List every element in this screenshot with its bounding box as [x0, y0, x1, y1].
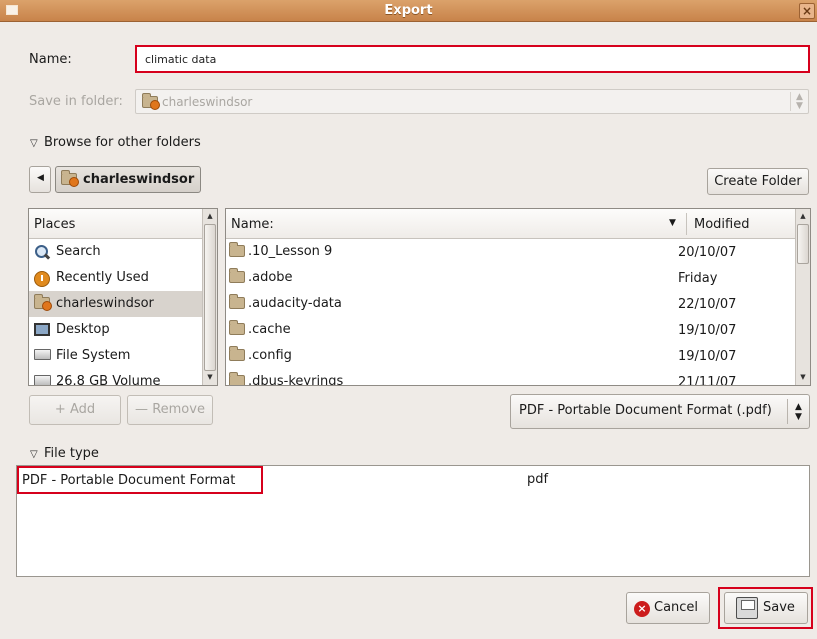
folder-icon: [229, 372, 245, 385]
home-folder-icon: [34, 294, 52, 311]
title-bar: Export ×: [0, 0, 817, 22]
file-modified: 20/10/07: [678, 245, 737, 260]
drive-icon: [34, 375, 51, 385]
name-input[interactable]: [135, 45, 810, 73]
save-button[interactable]: Save: [724, 592, 808, 624]
places-item-label: 26.8 GB Volume: [56, 374, 161, 386]
folder-icon: [229, 320, 245, 335]
drive-icon: [34, 349, 51, 360]
window-title: Export: [384, 3, 433, 18]
desktop-icon: [34, 323, 50, 336]
file-modified: 19/10/07: [678, 323, 737, 338]
places-item-label: Desktop: [56, 322, 110, 337]
sort-descending-icon[interactable]: ▼: [669, 218, 676, 228]
file-modified: 21/11/07: [678, 375, 737, 386]
places-item-label: Recently Used: [56, 270, 149, 285]
cancel-button[interactable]: × Cancel: [626, 592, 710, 624]
file-name: .adobe: [248, 270, 293, 285]
column-header-modified[interactable]: Modified: [694, 217, 749, 232]
path-bar-label: charleswindsor: [83, 172, 195, 187]
scroll-down-icon[interactable]: ▼: [204, 371, 216, 384]
file-filter-dropdown[interactable]: PDF - Portable Document Format (.pdf) ▲ ▼: [510, 394, 810, 429]
scroll-up-icon[interactable]: ▲: [204, 210, 216, 223]
places-scrollbar-thumb[interactable]: [204, 224, 216, 371]
column-header-name[interactable]: Name:: [231, 217, 274, 232]
updown-arrows-icon: ▲ ▼: [790, 92, 808, 111]
home-folder-icon: [61, 170, 79, 187]
file-name: .cache: [248, 322, 291, 337]
add-bookmark-label: Add: [69, 402, 96, 417]
places-item-volume[interactable]: 26.8 GB Volume: [29, 369, 217, 386]
browse-folders-expander[interactable]: ▽ Browse for other folders: [30, 135, 201, 150]
files-scrollbar[interactable]: ▲ ▼: [795, 209, 810, 385]
add-bookmark-button[interactable]: + Add: [29, 395, 121, 425]
file-type-label: File type: [44, 446, 99, 461]
plus-icon: +: [54, 402, 66, 417]
places-item-label: File System: [56, 348, 131, 363]
file-row[interactable]: .dbus-keyrings 21/11/07: [226, 369, 810, 386]
cancel-label: Cancel: [654, 600, 699, 615]
folder-icon: [229, 268, 245, 283]
name-label: Name:: [29, 52, 72, 67]
close-button[interactable]: ×: [799, 3, 815, 19]
file-name: .10_Lesson 9: [248, 244, 333, 259]
scroll-down-icon[interactable]: ▼: [797, 371, 809, 384]
path-bar-button-current[interactable]: charleswindsor: [55, 166, 201, 193]
file-modified: Friday: [678, 271, 718, 286]
file-type-extension: pdf: [527, 472, 549, 487]
folder-icon: [229, 294, 245, 309]
places-item-recently-used[interactable]: Recently Used: [29, 265, 217, 291]
file-type-row-pdf[interactable]: PDF - Portable Document Format: [17, 466, 263, 494]
folder-icon: [229, 346, 245, 361]
file-type-list: PDF - Portable Document Format pdf: [16, 465, 810, 577]
browse-folders-label: Browse for other folders: [44, 135, 201, 150]
floppy-disk-icon: [736, 597, 758, 619]
file-name: .dbus-keyrings: [248, 374, 344, 386]
file-name: .audacity-data: [248, 296, 342, 311]
expander-arrow-icon: ▽: [30, 138, 38, 149]
file-modified: 22/10/07: [678, 297, 737, 312]
path-back-button[interactable]: ◀: [29, 166, 51, 193]
files-pane: Name: ▼ Modified .10_Lesson 9 20/10/07 .…: [225, 208, 811, 386]
column-separator: [686, 213, 687, 235]
file-modified: 19/10/07: [678, 349, 737, 364]
save-label: Save: [763, 600, 795, 615]
create-folder-button[interactable]: Create Folder: [707, 168, 809, 195]
remove-bookmark-button[interactable]: — Remove: [127, 395, 213, 425]
places-header[interactable]: Places: [29, 209, 217, 239]
file-name: .config: [248, 348, 292, 363]
cancel-icon: ×: [634, 601, 650, 617]
places-item-label: Search: [56, 244, 101, 259]
file-row[interactable]: .10_Lesson 9 20/10/07: [226, 239, 810, 265]
places-pane: Places Search Recently Used charleswinds…: [28, 208, 218, 386]
save-in-folder-combo: charleswindsor ▲ ▼: [135, 89, 809, 114]
save-in-folder-value: charleswindsor: [162, 95, 253, 109]
file-row[interactable]: .audacity-data 22/10/07: [226, 291, 810, 317]
left-arrow-icon: ◀: [37, 173, 44, 183]
places-scrollbar[interactable]: ▲ ▼: [202, 209, 217, 385]
file-row[interactable]: .cache 19/10/07: [226, 317, 810, 343]
file-type-expander[interactable]: ▽ File type: [30, 446, 99, 461]
places-item-file-system[interactable]: File System: [29, 343, 217, 369]
updown-arrows-icon: ▲ ▼: [787, 399, 809, 424]
remove-bookmark-label: Remove: [152, 402, 205, 417]
file-row[interactable]: .config 19/10/07: [226, 343, 810, 369]
scroll-up-icon[interactable]: ▲: [797, 210, 809, 223]
places-item-home[interactable]: charleswindsor: [29, 291, 217, 317]
places-item-desktop[interactable]: Desktop: [29, 317, 217, 343]
search-icon: [34, 245, 50, 261]
places-item-label: charleswindsor: [56, 296, 154, 311]
minus-icon: —: [135, 402, 149, 417]
expander-arrow-icon: ▽: [30, 449, 38, 460]
file-row[interactable]: .adobe Friday: [226, 265, 810, 291]
home-folder-icon: [142, 93, 160, 110]
save-in-folder-label: Save in folder:: [29, 94, 123, 109]
recently-used-icon: [34, 271, 50, 287]
file-filter-value: PDF - Portable Document Format (.pdf): [519, 403, 772, 418]
files-header: Name: ▼ Modified: [226, 209, 810, 239]
folder-icon: [229, 242, 245, 257]
places-item-search[interactable]: Search: [29, 239, 217, 265]
files-scrollbar-thumb[interactable]: [797, 224, 809, 264]
